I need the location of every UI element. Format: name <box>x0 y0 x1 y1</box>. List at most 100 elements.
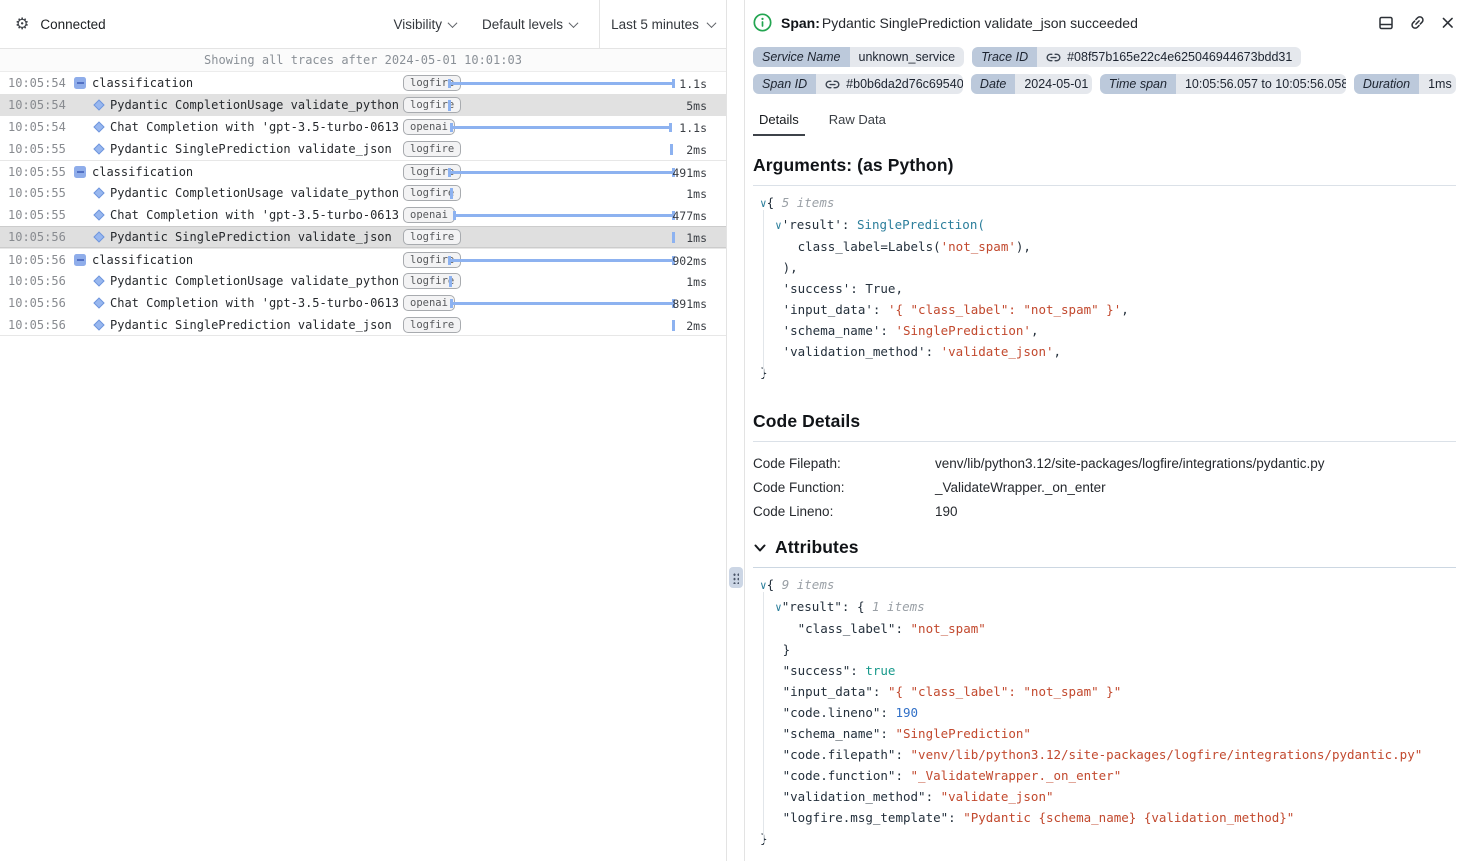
badge-label: Date <box>971 74 1015 94</box>
duration-bar-fill <box>670 144 673 155</box>
span-duration-bar <box>448 249 675 271</box>
attributes-heading[interactable]: Attributes <box>753 537 1456 558</box>
link-icon[interactable] <box>1046 52 1061 63</box>
duration-bar-fill <box>672 232 675 243</box>
duration-bar-fill <box>449 276 452 287</box>
span-title: Span:Pydantic SinglePrediction validate_… <box>781 15 1138 31</box>
duration-bar-fill <box>450 188 453 199</box>
span-name: Pydantic SinglePrediction validate_json <box>110 230 401 244</box>
span-name: classification <box>92 76 400 90</box>
span-attribute-badge: Date 2024-05-01 <box>971 74 1092 94</box>
attributes-json-block: ∨{ 9 items ∨"result": { 1 items "class_l… <box>753 568 1456 859</box>
badge-label: Duration <box>1354 74 1419 94</box>
collapse-toggle-icon[interactable]: ∨ <box>760 197 767 210</box>
collapse-toggle-icon[interactable]: ∨ <box>775 601 782 614</box>
span-start-time: 10:05:55 <box>8 186 66 200</box>
dock-panel-icon[interactable] <box>1378 15 1394 31</box>
span-duration-label: 1ms <box>686 275 707 289</box>
code-function-label: Code Function: <box>753 480 935 495</box>
trace-row[interactable]: 10:05:55 Pydantic SinglePrediction valid… <box>0 138 726 160</box>
tab-details[interactable]: Details <box>753 110 805 136</box>
link-icon[interactable] <box>825 79 840 90</box>
collapse-toggle-icon[interactable]: ∨ <box>775 219 782 232</box>
span-name: Chat Completion with 'gpt-3.5-turbo-0613… <box>110 120 401 134</box>
chevron-down-icon <box>448 18 458 28</box>
panel-splitter[interactable] <box>727 0 744 861</box>
badge-row: Service Name unknown_service Trace ID #0… <box>753 47 1456 67</box>
trace-row[interactable]: 10:05:56 Pydantic SinglePrediction valid… <box>0 226 726 248</box>
tab-raw-data[interactable]: Raw Data <box>823 110 892 136</box>
span-duration-label: 1.1s <box>679 121 707 135</box>
span-header: Span:Pydantic SinglePrediction validate_… <box>753 0 1456 32</box>
span-name: Pydantic SinglePrediction validate_json <box>110 318 401 332</box>
collapse-minus-icon[interactable] <box>74 77 86 89</box>
span-diamond-icon <box>93 121 104 132</box>
default-levels-menu[interactable]: Default levels <box>482 17 577 32</box>
close-icon[interactable] <box>1441 16 1455 30</box>
trace-row[interactable]: 10:05:56 Pydantic SinglePrediction valid… <box>0 314 726 336</box>
badge-value: 1ms <box>1419 74 1456 94</box>
badge-value-text: 2024-05-01 <box>1024 77 1088 91</box>
badge-value: #08f57b165e22c4e625046944673bdd31 <box>1037 47 1301 67</box>
attributes-heading-label: Attributes <box>775 537 859 558</box>
span-attribute-badge: Time span 10:05:56.057 to 10:05:56.058 <box>1100 74 1346 94</box>
trace-row[interactable]: 10:05:56 classification logfire 902ms <box>0 248 726 270</box>
span-title-text: Pydantic SinglePrediction validate_json … <box>822 15 1138 31</box>
badge-label: Service Name <box>753 47 850 67</box>
copy-link-icon[interactable] <box>1409 14 1426 31</box>
visibility-menu[interactable]: Visibility <box>393 17 456 32</box>
span-duration-label: 891ms <box>672 297 707 311</box>
badge-value: #b0b6da2d76c69540 <box>816 74 963 94</box>
span-name: classification <box>92 165 400 179</box>
span-duration-bar <box>448 226 675 248</box>
span-diamond-icon <box>93 209 104 220</box>
span-duration-bar <box>448 314 675 336</box>
span-diamond-icon <box>93 231 104 242</box>
trace-row[interactable]: 10:05:55 Pydantic CompletionUsage valida… <box>0 182 726 204</box>
span-duration-label: 2ms <box>686 319 707 333</box>
trace-row[interactable]: 10:05:54 Pydantic CompletionUsage valida… <box>0 94 726 116</box>
span-start-time: 10:05:54 <box>8 98 66 112</box>
span-duration-bar <box>448 161 675 183</box>
span-diamond-icon <box>93 143 104 154</box>
span-duration-label: 477ms <box>672 209 707 223</box>
trace-list: 10:05:54 classification logfire 1.1s 10:… <box>0 72 726 861</box>
splitter-grip-handle[interactable] <box>729 567 743 588</box>
span-start-time: 10:05:56 <box>8 230 66 244</box>
span-duration-label: 2ms <box>686 143 707 157</box>
span-duration-bar <box>448 204 675 226</box>
time-range-select[interactable]: Last 5 minutes <box>599 0 726 48</box>
divider <box>753 441 1456 442</box>
trace-row[interactable]: 10:05:54 Chat Completion with 'gpt-3.5-t… <box>0 116 726 138</box>
span-duration-label: 1.1s <box>679 77 707 91</box>
code-function-value: _ValidateWrapper._on_enter <box>935 480 1456 495</box>
span-duration-label: 1ms <box>686 187 707 201</box>
span-duration-bar <box>448 270 675 292</box>
info-level-icon <box>753 13 772 32</box>
collapse-toggle-icon[interactable]: ∨ <box>760 579 767 592</box>
toolbar-menus: Visibility Default levels <box>393 17 577 32</box>
trace-row[interactable]: 10:05:55 classification logfire 491ms <box>0 160 726 182</box>
collapse-minus-icon[interactable] <box>74 166 86 178</box>
span-name: Pydantic CompletionUsage validate_python <box>110 186 401 200</box>
trace-row[interactable]: 10:05:56 Pydantic CompletionUsage valida… <box>0 270 726 292</box>
span-start-time: 10:05:56 <box>8 318 66 332</box>
badge-label: Span ID <box>753 74 816 94</box>
time-range-value: Last 5 minutes <box>611 17 699 32</box>
badge-value: 2024-05-01 <box>1015 74 1091 94</box>
badge-value-text: 10:05:56.057 to 10:05:56.058 <box>1185 77 1346 91</box>
connection-status-label: Connected <box>40 17 105 32</box>
trace-row[interactable]: 10:05:56 Chat Completion with 'gpt-3.5-t… <box>0 292 726 314</box>
span-duration-bar <box>448 116 675 138</box>
span-start-time: 10:05:56 <box>8 253 66 267</box>
badge-label: Time span <box>1100 74 1176 94</box>
span-diamond-icon <box>93 319 104 330</box>
trace-row[interactable]: 10:05:54 classification logfire 1.1s <box>0 72 726 94</box>
settings-gear-icon[interactable]: ⚙ <box>15 16 29 32</box>
trace-row[interactable]: 10:05:55 Chat Completion with 'gpt-3.5-t… <box>0 204 726 226</box>
chevron-down-icon <box>753 541 767 555</box>
collapse-minus-icon[interactable] <box>74 254 86 266</box>
logfire-live-view: ⚙ Connected Visibility Default levels La… <box>0 0 1472 861</box>
badge-value-text: unknown_service <box>859 50 956 64</box>
span-name: classification <box>92 253 400 267</box>
